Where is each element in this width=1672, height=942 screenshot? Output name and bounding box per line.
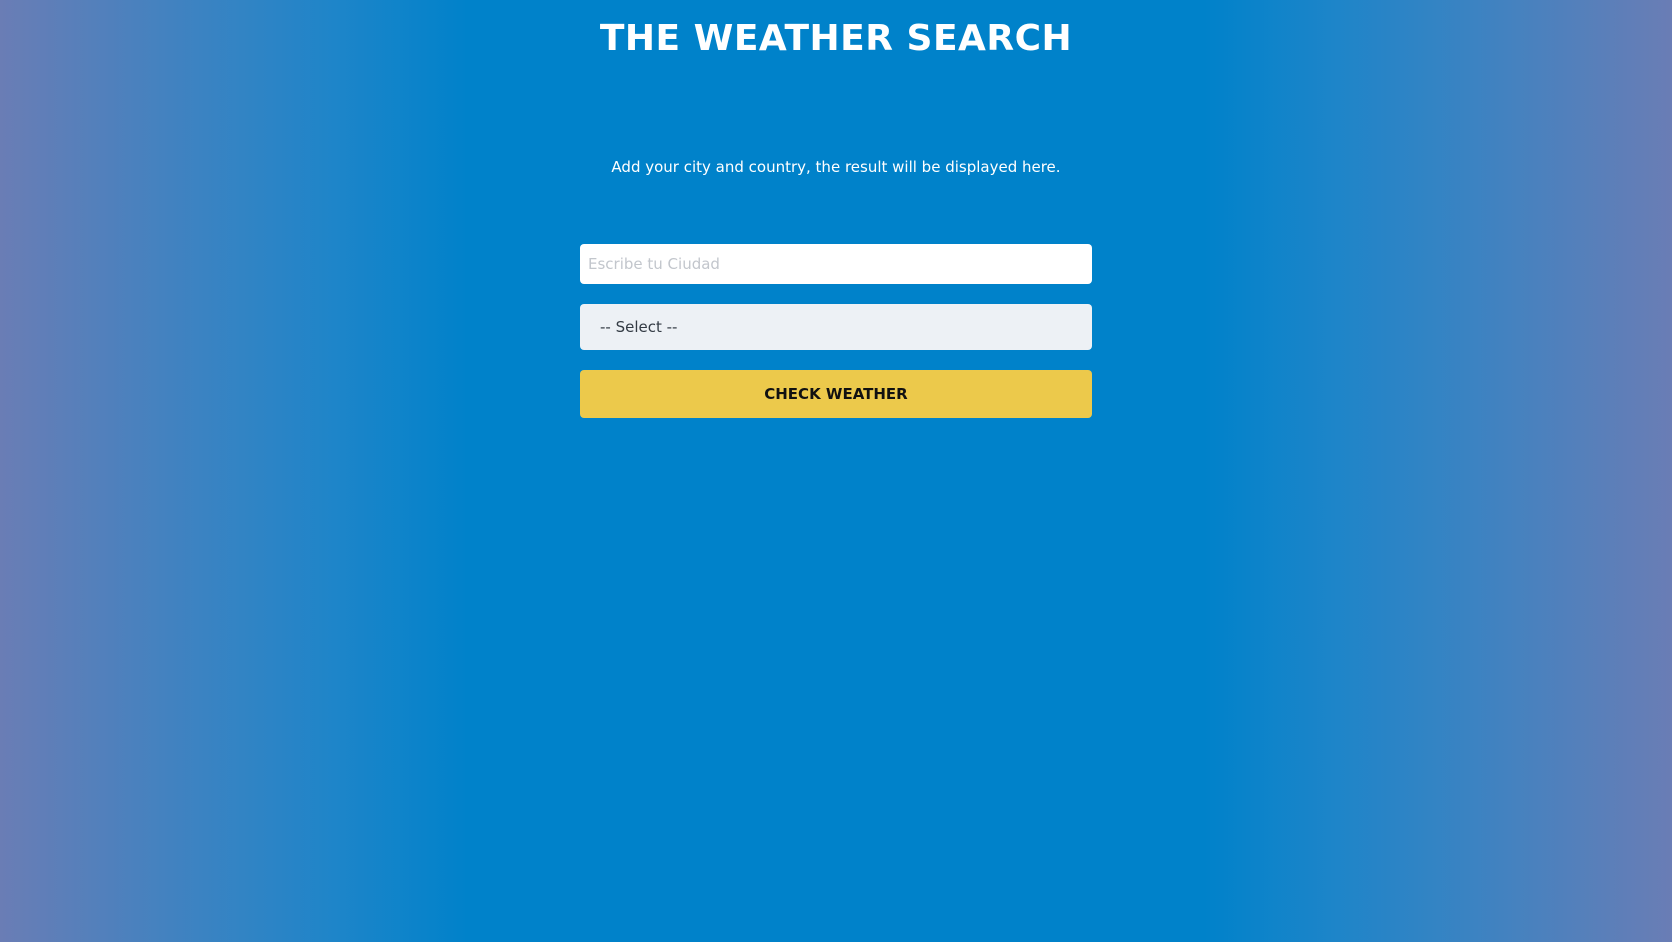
- weather-search-page: THE WEATHER SEARCH Add your city and cou…: [0, 0, 1672, 942]
- country-select-value: -- Select --: [600, 318, 678, 336]
- instructions-text: Add your city and country, the result wi…: [611, 158, 1061, 176]
- weather-form: -- Select -- CHECK WEATHER: [580, 244, 1092, 418]
- page-title: THE WEATHER SEARCH: [599, 18, 1073, 59]
- city-input[interactable]: [580, 244, 1092, 284]
- check-weather-button[interactable]: CHECK WEATHER: [580, 370, 1092, 418]
- country-select[interactable]: -- Select --: [580, 304, 1092, 350]
